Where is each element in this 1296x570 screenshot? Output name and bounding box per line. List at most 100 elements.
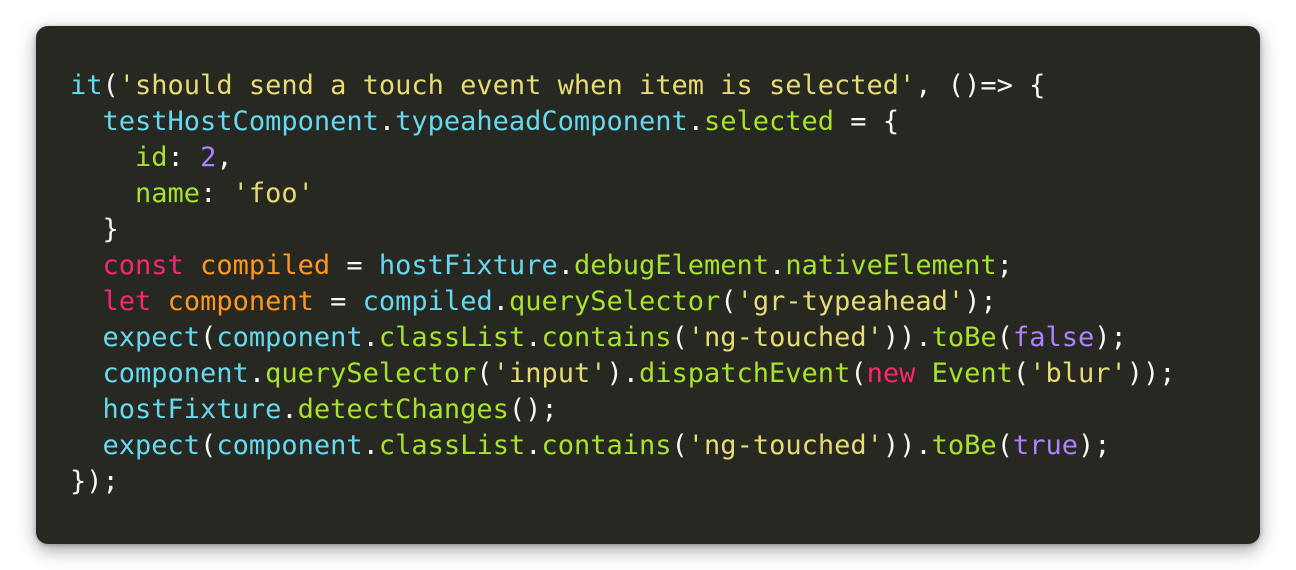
code-token: ( <box>1012 358 1030 389</box>
code-token: 2 <box>200 142 217 173</box>
code-token: ( <box>476 358 493 389</box>
code-token: new <box>866 358 916 389</box>
code-token: detectChanges <box>297 394 509 425</box>
code-token: 'foo' <box>232 178 314 209</box>
code-line: component.querySelector('input').dispatc… <box>70 356 1176 392</box>
code-token: classList <box>378 430 526 461</box>
code-token: )). <box>882 322 932 353</box>
code-token: }); <box>70 466 119 497</box>
code-token: querySelector <box>508 286 721 317</box>
code-token: . <box>248 358 266 389</box>
code-token: expect <box>102 430 201 461</box>
code-token: 'blur' <box>1029 358 1127 389</box>
code-token: )); <box>1126 358 1176 389</box>
code-line: id: 2, <box>70 140 1176 176</box>
code-token: ( <box>996 322 1013 353</box>
code-token: classList <box>378 322 526 353</box>
code-token: 'gr-typeahead' <box>736 286 965 317</box>
code-token: true <box>1012 430 1078 461</box>
code-token: (); <box>508 394 558 425</box>
code-window: it('should send a touch event when item … <box>36 26 1260 544</box>
code-token: . <box>769 250 786 281</box>
code-line: it('should send a touch event when item … <box>70 68 1176 104</box>
code-token: , ()=> { <box>915 70 1046 101</box>
code-token: . <box>362 430 379 461</box>
code-token: ; <box>996 250 1013 281</box>
code-token: . <box>557 250 574 281</box>
code-token: 'input' <box>492 358 607 389</box>
code-token: . <box>687 106 704 137</box>
code-token: contains <box>541 430 672 461</box>
code-block[interactable]: it('should send a touch event when item … <box>70 68 1176 500</box>
code-token: ( <box>850 358 867 389</box>
code-token: . <box>525 322 542 353</box>
code-token: it <box>70 70 103 101</box>
code-token: id <box>135 142 168 173</box>
code-token: 'ng-touched' <box>687 322 883 353</box>
code-token: ( <box>200 430 217 461</box>
code-token: . <box>525 430 542 461</box>
code-line: hostFixture.detectChanges(); <box>70 392 1176 428</box>
code-line: let component = compiled.querySelector('… <box>70 284 1176 320</box>
code-token: name <box>135 178 201 209</box>
code-token: nativeElement <box>785 250 997 281</box>
code-token: Event <box>931 358 1013 389</box>
code-token: . <box>378 106 396 137</box>
code-token: 'ng-touched' <box>687 430 883 461</box>
code-token: component <box>216 322 363 353</box>
code-token: : <box>200 178 233 209</box>
code-token: ); <box>1094 322 1127 353</box>
code-line: expect(component.classList.contains('ng-… <box>70 428 1176 464</box>
code-token: ( <box>671 322 688 353</box>
code-line: }); <box>70 464 1176 500</box>
code-token: } <box>70 214 119 245</box>
code-token: testHostComponent <box>102 106 379 137</box>
code-token: . <box>281 394 298 425</box>
code-line: const compiled = hostFixture.debugElemen… <box>70 248 1176 284</box>
code-token: , <box>216 142 233 173</box>
code-token: toBe <box>931 430 997 461</box>
code-token: ( <box>720 286 737 317</box>
code-line: expect(component.classList.contains('ng-… <box>70 320 1176 356</box>
code-token: ( <box>996 430 1013 461</box>
code-line: testHostComponent.typeaheadComponent.sel… <box>70 104 1176 140</box>
code-token: component <box>216 430 363 461</box>
code-token: ). <box>606 358 639 389</box>
code-token: component <box>167 286 314 317</box>
code-token: compiled <box>200 250 331 281</box>
code-token: )). <box>882 430 932 461</box>
code-token: contains <box>541 322 672 353</box>
code-token: expect <box>102 322 201 353</box>
code-token: const <box>102 250 184 281</box>
code-token: = <box>313 286 363 317</box>
code-token: = <box>330 250 379 281</box>
code-token: let <box>102 286 152 317</box>
code-token: ( <box>102 70 119 101</box>
code-line: } <box>70 212 1176 248</box>
code-token: ( <box>200 322 217 353</box>
code-token: typeaheadComponent <box>395 106 688 137</box>
code-token: selected <box>704 106 835 137</box>
code-token: toBe <box>931 322 997 353</box>
code-token: component <box>102 358 249 389</box>
code-token: debugElement <box>573 250 770 281</box>
code-token: false <box>1012 322 1095 353</box>
code-token: ( <box>671 430 688 461</box>
code-token: 'should send a touch event when item is … <box>118 70 916 101</box>
code-token: compiled <box>362 286 493 317</box>
code-token: : <box>167 142 201 173</box>
code-token: ); <box>1077 430 1111 461</box>
code-token: = { <box>834 106 900 137</box>
